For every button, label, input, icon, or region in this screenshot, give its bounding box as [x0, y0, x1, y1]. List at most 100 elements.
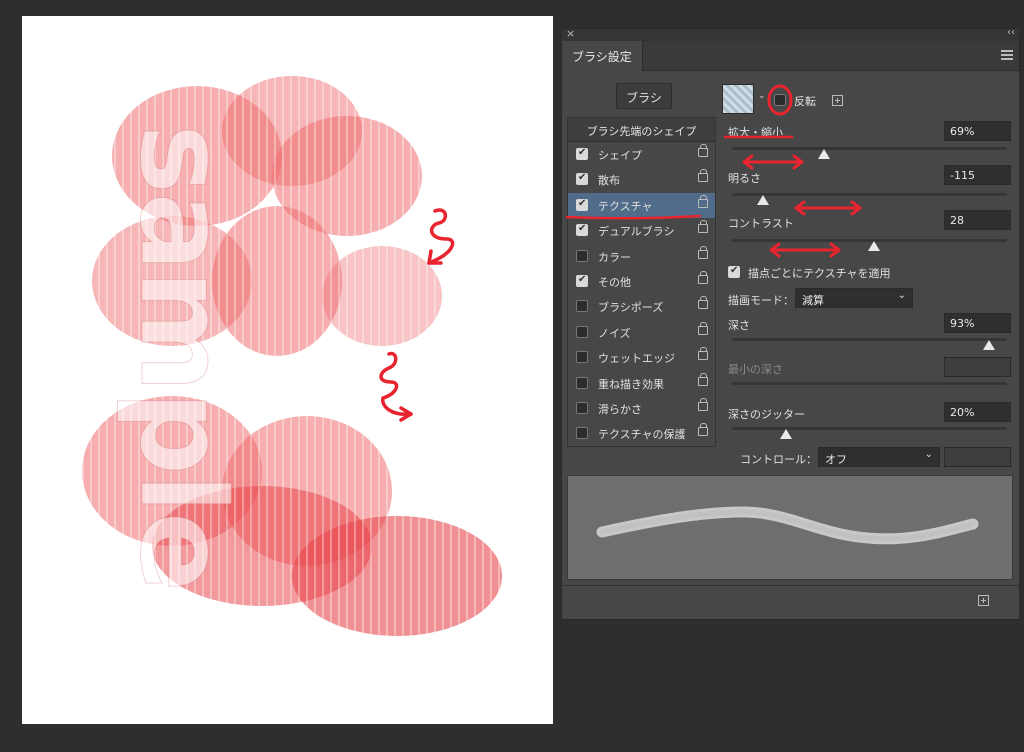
- depth-jitter-slider-knob[interactable]: [780, 429, 792, 440]
- tip-item-checkbox[interactable]: [576, 427, 588, 440]
- brightness-value-field[interactable]: -115: [944, 165, 1011, 185]
- chevron-down-icon: ⌄: [924, 449, 933, 460]
- tip-item-checkbox[interactable]: [576, 402, 588, 414]
- tip-item-label: 滑らかさ: [598, 403, 642, 416]
- tip-item-label: カラー: [598, 250, 631, 264]
- tip-item-checkbox[interactable]: [576, 325, 588, 338]
- invert-label: 反転: [794, 95, 816, 108]
- tip-item-label: ブラシポーズ: [598, 301, 664, 315]
- tip-item-checkbox[interactable]: [576, 274, 588, 287]
- brightness-slider-track[interactable]: [732, 193, 1007, 196]
- annotation-underline: [565, 214, 702, 220]
- lock-icon[interactable]: [698, 423, 708, 437]
- annotation-double-arrow: [769, 242, 841, 258]
- control-extra-field: [944, 447, 1011, 467]
- tip-item-label: デュアルブラシ: [598, 225, 675, 239]
- brightness-slider-knob[interactable]: [757, 195, 769, 206]
- tip-list-item[interactable]: 散布: [568, 167, 715, 192]
- lock-icon[interactable]: [698, 347, 708, 361]
- tip-list-item[interactable]: ノイズ: [568, 320, 715, 345]
- control-label: コントロール：: [740, 453, 817, 466]
- tip-item-checkbox[interactable]: [576, 249, 588, 262]
- depth-jitter-slider-track[interactable]: [732, 427, 1007, 430]
- tip-item-label: テクスチャの保護: [598, 428, 686, 442]
- contrast-slider-knob[interactable]: [868, 241, 880, 252]
- lock-icon[interactable]: [698, 321, 708, 335]
- lock-icon[interactable]: [698, 220, 708, 234]
- tip-item-checkbox[interactable]: [576, 351, 588, 364]
- apply-texture-each-tip-checkbox[interactable]: [728, 265, 740, 278]
- tip-list-item[interactable]: 重ね描き効果: [568, 371, 715, 396]
- panel-menu-icon[interactable]: [1001, 50, 1013, 60]
- tip-list-item[interactable]: 滑らかさ: [568, 396, 715, 421]
- min-depth-slider-track: [732, 382, 1007, 385]
- scale-value-field[interactable]: 69%: [944, 121, 1011, 141]
- contrast-value-field[interactable]: 28: [944, 210, 1011, 230]
- tip-item-checkbox[interactable]: [576, 223, 588, 237]
- depth-jitter-value-field[interactable]: 20%: [944, 402, 1011, 422]
- tip-item-label: その他: [598, 276, 631, 289]
- create-new-icon[interactable]: [832, 95, 843, 106]
- tip-list-item[interactable]: シェイプ: [568, 142, 715, 167]
- create-new-brush-icon[interactable]: [978, 595, 989, 606]
- stroke-preview-graphic: [596, 506, 979, 545]
- tip-item-checkbox[interactable]: [576, 198, 588, 211]
- lock-icon[interactable]: [698, 296, 708, 310]
- close-icon[interactable]: ×: [566, 27, 575, 40]
- lock-icon[interactable]: [698, 169, 708, 183]
- lock-icon[interactable]: [698, 144, 708, 157]
- brush-tip-shape-header[interactable]: ブラシ先端のシェイプ: [568, 118, 715, 142]
- tip-list-item[interactable]: テクスチャの保護: [568, 421, 715, 446]
- annotation-double-arrow: [794, 200, 862, 216]
- document-canvas[interactable]: sample: [22, 16, 553, 724]
- brush-tip-list: ブラシ先端のシェイプ シェイプ散布テクスチャデュアルブラシカラーその他ブラシポー…: [567, 117, 716, 447]
- tip-item-checkbox[interactable]: [576, 300, 588, 313]
- tip-item-label: 散布: [598, 174, 620, 188]
- tab-brush-settings[interactable]: ブラシ設定: [562, 41, 643, 71]
- depth-label: 深さ: [728, 319, 750, 332]
- brush-stroke-preview: [567, 475, 1013, 580]
- control-select[interactable]: オフ ⌄: [818, 447, 940, 467]
- min-depth-value-field: [944, 357, 1011, 377]
- scale-slider-knob[interactable]: [818, 149, 830, 160]
- annotation-circle: [767, 84, 793, 116]
- brushes-button[interactable]: ブラシ: [616, 83, 672, 109]
- lock-icon[interactable]: [698, 372, 708, 386]
- contrast-label: コントラスト: [728, 217, 794, 230]
- depth-value-field[interactable]: 93%: [944, 313, 1011, 333]
- depth-slider-knob[interactable]: [983, 340, 995, 351]
- tip-list-item[interactable]: ブラシポーズ: [568, 294, 715, 319]
- annotation-underline: [723, 135, 794, 139]
- texture-pattern-swatch[interactable]: [722, 84, 754, 114]
- depth-slider-track[interactable]: [732, 338, 1007, 341]
- mode-select-value: 減算: [802, 294, 824, 307]
- apply-texture-each-tip-label: 描点ごとにテクスチャを適用: [748, 267, 891, 280]
- mode-label: 描画モード：: [728, 294, 794, 307]
- min-depth-label: 最小の深さ: [728, 363, 783, 376]
- lock-icon[interactable]: [698, 194, 708, 208]
- panel-titlebar: × ‹‹: [562, 27, 1019, 41]
- panel-tab-row: ブラシ設定: [562, 41, 1019, 71]
- annotation-squiggle-1: [427, 208, 455, 265]
- lock-icon[interactable]: [698, 398, 708, 411]
- tip-item-checkbox[interactable]: [576, 147, 588, 160]
- tip-item-label: 重ね描き効果: [598, 377, 664, 391]
- tip-list-item[interactable]: カラー: [568, 244, 715, 269]
- brush-settings-panel: × ‹‹ ブラシ設定 ブラシ ⌄ 反転 ブラシ先端のシェイプ シェイプ散布テクス…: [561, 27, 1020, 620]
- tip-item-checkbox[interactable]: [576, 172, 588, 186]
- control-select-value: オフ: [825, 453, 847, 466]
- panel-bottom-bar: [562, 585, 1019, 613]
- lock-icon[interactable]: [698, 271, 708, 284]
- tip-item-label: ノイズ: [598, 326, 631, 340]
- collapse-icon[interactable]: ‹‹: [1007, 27, 1015, 38]
- depth-jitter-label: 深さのジッター: [728, 408, 805, 421]
- tip-list-item[interactable]: ウェットエッジ: [568, 345, 715, 370]
- chevron-down-icon: ⌄: [897, 290, 906, 301]
- scale-slider-track[interactable]: [732, 147, 1007, 150]
- tip-item-label: シェイプ: [598, 149, 642, 162]
- brightness-label: 明るさ: [728, 172, 761, 185]
- lock-icon[interactable]: [698, 245, 708, 259]
- tip-list-item[interactable]: その他: [568, 269, 715, 294]
- tip-item-checkbox[interactable]: [576, 376, 588, 389]
- mode-select[interactable]: 減算 ⌄: [795, 288, 913, 308]
